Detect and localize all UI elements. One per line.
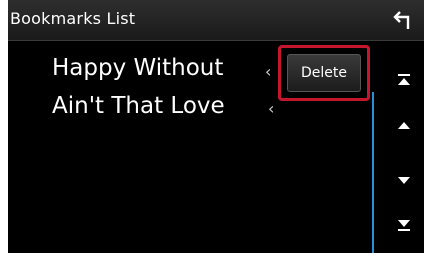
back-arrow-icon (393, 11, 410, 29)
chevron-left-icon: ‹ (268, 99, 275, 118)
scroll-up-button[interactable] (384, 107, 424, 143)
chevron-left-icon: ‹ (265, 62, 272, 81)
back-button[interactable] (380, 0, 424, 40)
bookmarks-screen: Bookmarks List Happy Without ‹ Ain't Tha… (8, 0, 424, 253)
list-item-label: Ain't That Love (52, 93, 225, 119)
list-item[interactable]: Ain't That Love (52, 93, 225, 119)
list-item[interactable]: Happy Without (52, 55, 223, 81)
scroll-down-button[interactable] (384, 163, 424, 199)
scroll-up-icon (398, 122, 410, 129)
scroll-bottom-button[interactable] (384, 207, 424, 243)
scroll-bottom-icon (398, 220, 410, 231)
delete-button-label: Delete (301, 65, 347, 81)
scroll-track[interactable] (372, 92, 374, 253)
scroll-top-button[interactable] (384, 62, 424, 98)
scroll-down-icon (398, 177, 410, 184)
scroll-top-icon (398, 74, 410, 85)
title-bar: Bookmarks List (8, 0, 424, 41)
page-title: Bookmarks List (10, 9, 136, 28)
list-item-label: Happy Without (52, 55, 224, 81)
delete-button[interactable]: Delete (287, 54, 361, 92)
